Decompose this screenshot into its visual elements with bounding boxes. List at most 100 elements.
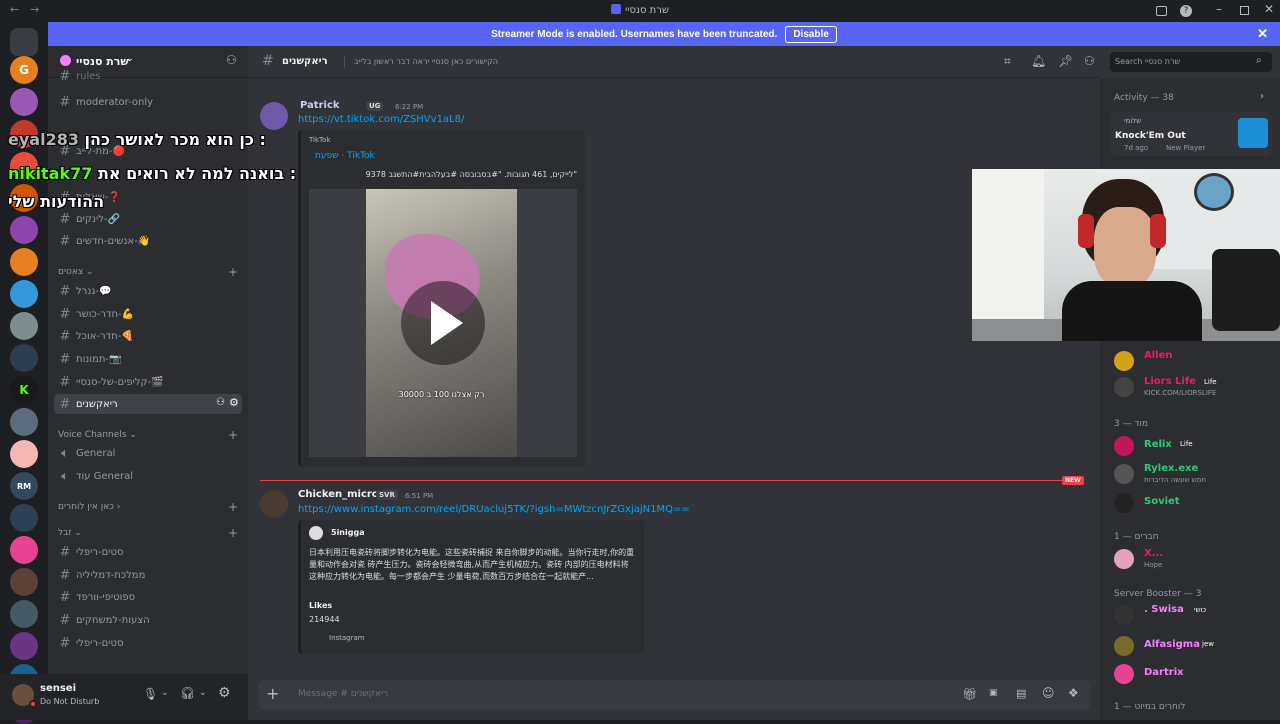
inbox-icon[interactable] <box>1156 6 1167 16</box>
minimize-icon[interactable]: – <box>1216 2 1222 16</box>
chevron-down-icon[interactable]: ⌄ <box>199 688 207 698</box>
category-chat[interactable]: צאטים ⌄ + <box>58 265 242 279</box>
channel-item[interactable]: # סטים-ריפלי <box>54 542 242 562</box>
server-icon-14[interactable]: RM <box>10 472 38 500</box>
message-input[interactable]: Message # ריאקשנים <box>298 689 388 699</box>
channel-item-active[interactable]: # ריאקשנים ⚇ ⚙ <box>54 394 242 414</box>
chevron-right-icon[interactable]: › <box>1260 91 1264 102</box>
add-channel-icon[interactable]: + <box>228 428 238 442</box>
member-item[interactable]: Rylex.exe חמש שעשה הדיברות <box>1114 460 1274 488</box>
server-icon-18[interactable] <box>10 600 38 628</box>
server-icon-19[interactable] <box>10 632 38 660</box>
banner-text: Streamer Mode is enabled. Usernames have… <box>491 28 778 40</box>
member-item[interactable]: Dartrix <box>1114 660 1274 688</box>
help-icon[interactable]: ? <box>1180 5 1192 17</box>
channel-item[interactable]: # לינקים-🔗 <box>54 209 242 229</box>
guild-tag[interactable]: SVR <box>376 490 398 500</box>
embed-field-name: Likes <box>309 601 333 610</box>
gif-icon[interactable]: ▣ <box>989 688 998 698</box>
activity-header[interactable]: Activity — 38 <box>1114 93 1174 103</box>
channel-item[interactable]: # חדר-אוכל-🍕 <box>54 326 242 346</box>
add-member-icon[interactable]: ⚇ <box>226 53 237 67</box>
server-icon-g[interactable]: G <box>10 56 38 84</box>
server-icon-6[interactable] <box>10 216 38 244</box>
add-channel-icon[interactable]: + <box>228 500 238 514</box>
add-attachment-icon[interactable]: + <box>266 684 279 703</box>
close-icon[interactable]: ✕ <box>1257 26 1268 42</box>
channel-item[interactable]: # חדר-כושר-💪 <box>54 304 242 324</box>
category-zbl[interactable]: זבל ⌄ + <box>58 526 242 540</box>
message-link[interactable]: https://www.instagram.com/reel/DRUacluj5… <box>298 504 690 515</box>
server-icon-7[interactable] <box>10 248 38 276</box>
activity-card[interactable]: שלומי Knock'Em Out 7d ago New Player <box>1110 112 1272 156</box>
search-input[interactable]: Search שרת סנסיי ⌕ <box>1110 52 1272 72</box>
chevron-down-icon[interactable]: ⌄ <box>161 688 169 698</box>
video-thumbnail[interactable]: רק אצלנו 100 ב 30000 <box>309 189 577 457</box>
channel-topic[interactable]: הקישורים כאן סנסיי יראה דבר ראשון בלייב <box>354 57 498 66</box>
guild-tag[interactable]: UG <box>366 101 384 111</box>
bell-icon[interactable]: 🔔︎ <box>1031 54 1046 68</box>
channel-item[interactable]: # moderator-only <box>54 92 242 112</box>
member-item[interactable]: Relix Life <box>1114 432 1274 460</box>
disable-button[interactable]: Disable <box>785 25 837 43</box>
add-channel-icon[interactable]: + <box>228 526 238 540</box>
message-author[interactable]: Chicken_micro <box>298 489 379 500</box>
channel-item[interactable]: # ספוטיפי-וורפד <box>54 587 242 607</box>
headphones-icon[interactable]: 🎧︎ <box>180 686 195 700</box>
gift-icon[interactable]: 🎁︎ <box>962 687 977 701</box>
gear-icon[interactable]: ⚙ <box>229 396 239 409</box>
server-icon-15[interactable] <box>10 504 38 532</box>
category-voice[interactable]: Voice Channels ⌄ + <box>58 428 242 442</box>
voice-channel[interactable]: 🔈︎ General <box>54 443 242 463</box>
message-link[interactable]: https://vt.tiktok.com/ZSHVv1aL8/ <box>298 114 464 125</box>
member-item[interactable]: Liors Life Life KICK.COM/LIORSLIFE <box>1114 373 1274 401</box>
gear-icon[interactable]: ⚙ <box>218 685 231 701</box>
server-icon-8[interactable] <box>10 280 38 308</box>
server-icon-kick[interactable]: K <box>10 376 38 404</box>
embed-title[interactable]: שפעת · TikTok <box>315 151 375 161</box>
channel-item[interactable]: # סטים-ריפלי <box>54 633 242 653</box>
server-icon-13[interactable] <box>10 440 38 468</box>
avatar[interactable] <box>260 102 288 130</box>
close-window-icon[interactable]: ✕ <box>1264 2 1274 16</box>
member-item[interactable]: Soviet <box>1114 489 1274 517</box>
channel-rules[interactable]: # rules <box>54 70 242 82</box>
message-author[interactable]: Patrick <box>300 100 340 111</box>
pin-icon[interactable]: 📌︎ <box>1058 54 1073 68</box>
server-icon-12[interactable] <box>10 408 38 436</box>
maximize-icon[interactable] <box>1240 6 1249 15</box>
avatar <box>1114 664 1134 684</box>
threads-icon[interactable]: ⌗ <box>1004 54 1011 69</box>
channel-item[interactable]: # קליפים-של-סנסיי-🎬 <box>54 372 242 392</box>
server-icon-16[interactable] <box>10 536 38 564</box>
server-icon-17[interactable] <box>10 568 38 596</box>
channel-item[interactable]: # הצעות-למשחקים <box>54 610 242 630</box>
embed-author[interactable]: 5inigga <box>331 528 365 537</box>
server-icon-10[interactable] <box>10 344 38 372</box>
server-icon-top[interactable] <box>10 28 38 56</box>
server-icon-9[interactable] <box>10 312 38 340</box>
channel-item[interactable]: # תמונות-📷 <box>54 349 242 369</box>
invite-icon[interactable]: ⚇ <box>216 397 225 408</box>
apps-icon[interactable]: ❖ <box>1068 686 1079 700</box>
play-button[interactable] <box>401 281 485 365</box>
hash-icon: # <box>59 233 71 249</box>
instagram-embed: 5inigga 日本利用压电瓷砖将脚步转化为电能。这些瓷砖捕捉 来自你脚步的动能… <box>298 520 644 654</box>
hash-icon: # <box>59 544 71 560</box>
member-item[interactable]: X... Hope <box>1114 545 1274 573</box>
voice-channel[interactable]: 🔈︎ עוד General <box>54 466 242 486</box>
channel-item[interactable]: # אנשים-חדשים-👋 <box>54 231 242 251</box>
microphone-icon[interactable]: 🎙︎ <box>143 687 158 701</box>
sticker-icon[interactable]: ▤ <box>1016 687 1026 700</box>
avatar[interactable] <box>260 490 288 518</box>
member-item[interactable]: Alfasigma jew <box>1114 632 1274 660</box>
member-item[interactable]: Allen <box>1114 347 1274 375</box>
channel-item[interactable]: # ממלכת-דמליליה <box>54 565 242 585</box>
emoji-icon[interactable]: ☺ <box>1042 686 1055 700</box>
channel-item[interactable]: # גנרל-💬 <box>54 281 242 301</box>
category-none[interactable]: כאן אין לוחרים › + <box>58 500 242 514</box>
members-icon[interactable]: ⚇ <box>1084 54 1095 68</box>
member-item[interactable]: . Swisa כושי <box>1114 601 1274 629</box>
server-icon-2[interactable] <box>10 88 38 116</box>
add-channel-icon[interactable]: + <box>228 265 238 279</box>
